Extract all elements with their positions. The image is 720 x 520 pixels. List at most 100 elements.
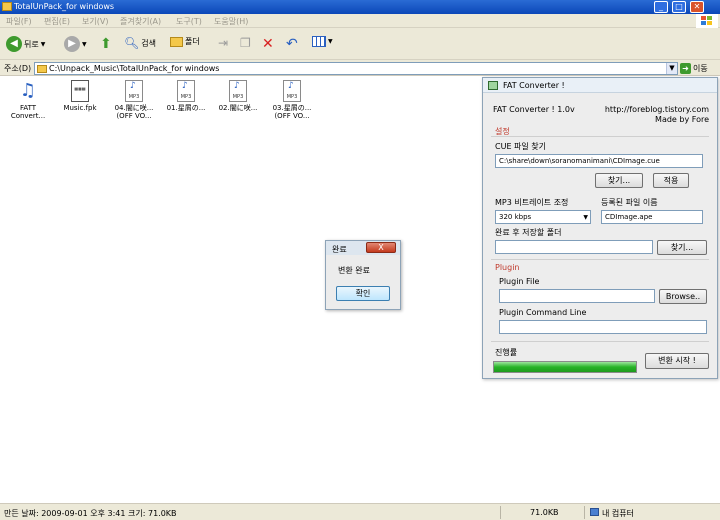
back-label: 뒤로	[24, 39, 39, 49]
menu-favorites[interactable]: 즐겨찾기(A)	[120, 16, 161, 27]
search-label: 검색	[141, 38, 156, 48]
fat-converter-title: FAT Converter !	[503, 81, 565, 90]
fpk-file-icon: ▦▦▦	[71, 80, 89, 102]
folder-icon	[170, 36, 183, 47]
minimize-button[interactable]: _	[654, 1, 668, 13]
forward-arrow-icon: ▶	[64, 36, 80, 52]
browse-button[interactable]: Browse..	[659, 289, 707, 304]
status-location: 내 컴퓨터	[602, 509, 634, 518]
up-arrow-icon: ⬆	[100, 36, 112, 52]
copy-to-icon[interactable]: ❐	[240, 36, 251, 50]
save-folder-input[interactable]	[495, 240, 653, 254]
window-title: TotalUnPack_for windows	[14, 2, 115, 11]
chevron-down-icon[interactable]: ▼	[666, 63, 677, 74]
folders-label: 폴더	[185, 37, 200, 46]
dialog-close-button[interactable]: X	[366, 242, 396, 253]
windows-logo-icon	[696, 14, 718, 28]
plugin-file-label: Plugin File	[499, 277, 540, 286]
file-name-continued: (OFF VO...	[274, 112, 310, 120]
address-path: C:\Unpack_Music\TotalUnPack_for windows	[49, 64, 220, 73]
app-icon	[488, 81, 498, 90]
plugin-file-input[interactable]	[499, 289, 655, 303]
status-size: 71.0KB	[530, 508, 559, 517]
menu-bar: 파일(F) 편집(E) 보기(V) 즐겨찾기(A) 도구(T) 도움말(H)	[0, 14, 720, 28]
divider	[500, 506, 501, 519]
address-label: 주소(D)	[4, 64, 32, 73]
chevron-down-icon[interactable]: ▼	[41, 41, 46, 48]
file-name-continued: (OFF VO...	[116, 112, 152, 120]
save-folder-label: 완료 후 저장할 폴더	[495, 228, 562, 237]
menu-file[interactable]: 파일(F)	[6, 16, 32, 27]
undo-icon[interactable]: ↶	[286, 36, 298, 52]
file-name: 02.闇に咲...	[218, 104, 258, 112]
file-item[interactable]: ♪ MP3 04.闇に咲... (OFF VO...	[108, 80, 160, 120]
chevron-down-icon[interactable]: ▼	[82, 41, 87, 48]
search-button[interactable]: 🔍︎ 검색	[124, 36, 156, 50]
up-folder-button[interactable]: ⬆	[100, 36, 112, 52]
window-title-bar: TotalUnPack_for windows _ □ ✕	[0, 0, 720, 14]
fat-converter-body: FAT Converter ! 1.0v http://foreblog.tis…	[483, 93, 717, 378]
menu-edit[interactable]: 편집(E)	[44, 16, 70, 27]
progress-label: 진행률	[495, 348, 518, 357]
completion-dialog: 완료 X 변환 완료 확인	[325, 240, 401, 310]
ok-button[interactable]: 확인	[336, 286, 390, 301]
menu-help[interactable]: 도움말(H)	[214, 16, 248, 27]
start-conversion-button[interactable]: 변환 시작 !	[645, 353, 709, 369]
apply-button[interactable]: 적용	[653, 173, 689, 188]
progress-bar-fill	[494, 362, 636, 372]
file-item[interactable]: ♪ MP3 03.星屑の... (OFF VO...	[266, 80, 318, 120]
go-button[interactable]: ➜ 이동	[680, 62, 718, 75]
file-name: FATT Convert...	[10, 104, 46, 120]
cue-path-input[interactable]: C:\share\down\soranomanimani\CDImage.cue	[495, 154, 703, 168]
plugin-section-title: Plugin	[495, 263, 520, 272]
file-name: 04.闇に咲...	[114, 104, 154, 112]
fat-converter-title-bar[interactable]: FAT Converter !	[483, 78, 717, 93]
status-info: 만든 날짜: 2009-09-01 오후 3:41 크기: 71.0KB	[4, 509, 177, 518]
file-item[interactable]: ▦▦▦ Music.fpk	[54, 80, 106, 112]
address-input[interactable]: C:\Unpack_Music\TotalUnPack_for windows …	[34, 62, 678, 75]
author-label: Made by Fore	[655, 115, 709, 124]
status-bar: 만든 날짜: 2009-09-01 오후 3:41 크기: 71.0KB 71.…	[0, 503, 720, 520]
file-name: 03.星屑の...	[272, 104, 312, 112]
chevron-down-icon[interactable]: ▼	[328, 38, 333, 45]
folders-button[interactable]: 폴더	[170, 36, 200, 47]
folder-icon	[2, 2, 12, 11]
registered-filename-input[interactable]: CDImage.ape	[601, 210, 703, 224]
find-cue-button[interactable]: 찾기...	[595, 173, 643, 188]
dialog-title-bar[interactable]: 완료 X	[326, 241, 400, 255]
folder-icon	[37, 65, 47, 73]
blog-url: http://foreblog.tistory.com	[604, 105, 709, 114]
views-button[interactable]: ▼	[312, 36, 333, 47]
file-item[interactable]: ♫ FATT Convert...	[2, 80, 54, 120]
mp3-file-icon: ♪ MP3	[125, 80, 143, 102]
forward-button[interactable]: ▶ ▼	[64, 36, 87, 52]
music-notes-icon: ♫	[19, 80, 37, 101]
dialog-title: 완료	[332, 245, 347, 254]
plugin-command-label: Plugin Command Line	[499, 308, 587, 317]
section-divider	[491, 259, 709, 260]
close-button[interactable]: ✕	[690, 1, 704, 13]
back-arrow-icon: ◀	[6, 36, 22, 52]
section-divider	[491, 341, 709, 342]
move-to-icon[interactable]: ⇥	[218, 36, 228, 50]
mp3-file-icon: ♪ MP3	[177, 80, 195, 102]
search-icon: 🔍︎	[124, 36, 140, 50]
chevron-down-icon: ▼	[583, 214, 588, 221]
bitrate-select[interactable]: 320 kbps ▼	[495, 210, 591, 224]
file-item[interactable]: ♪ MP3 01.星屑の...	[160, 80, 212, 112]
mp3-file-icon: ♪ MP3	[229, 80, 247, 102]
bitrate-value: 320 kbps	[499, 213, 532, 221]
delete-icon[interactable]: ✕	[262, 36, 274, 52]
section-divider	[491, 136, 709, 137]
go-arrow-icon: ➜	[680, 63, 691, 74]
menu-view[interactable]: 보기(V)	[82, 16, 108, 27]
bitrate-label: MP3 비트레이트 조정	[495, 198, 569, 207]
computer-icon	[590, 508, 599, 516]
find-folder-button[interactable]: 찾기...	[657, 240, 707, 255]
file-item[interactable]: ♪ MP3 02.闇に咲...	[212, 80, 264, 112]
maximize-button[interactable]: □	[672, 1, 686, 13]
menu-tools[interactable]: 도구(T)	[176, 16, 202, 27]
plugin-command-input[interactable]	[499, 320, 707, 334]
views-icon	[312, 36, 326, 47]
back-button[interactable]: ◀ 뒤로 ▼	[6, 36, 45, 52]
